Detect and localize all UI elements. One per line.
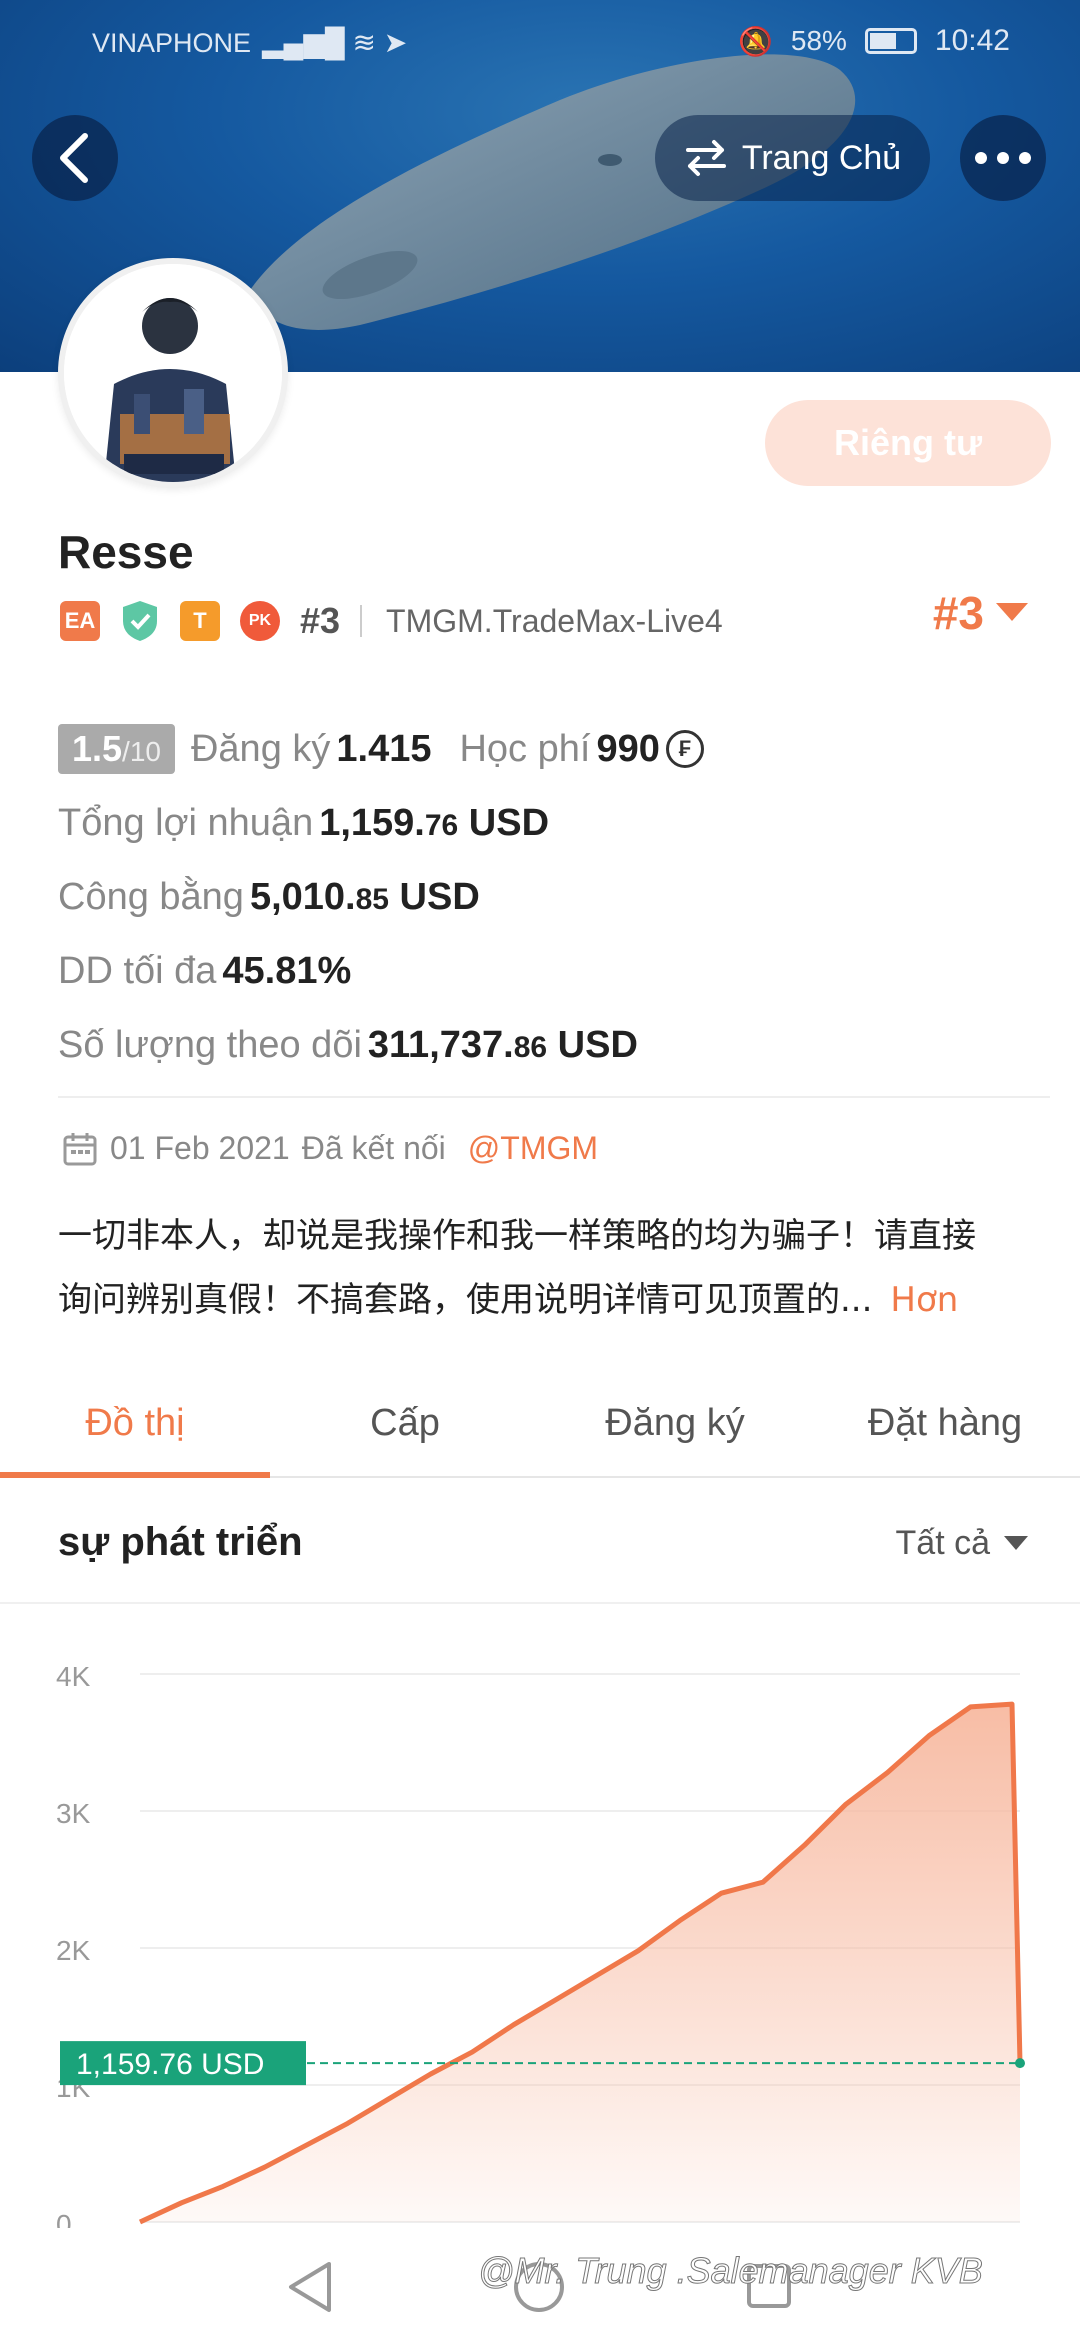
current-value-label: 1,159.76 USD (76, 2048, 264, 2081)
more-link[interactable]: Hơn (890, 1280, 958, 1320)
mute-icon: 🔕 (738, 25, 773, 57)
y-tick-label: 3K (56, 1798, 91, 1829)
subscribers-label: Đăng ký (190, 727, 331, 770)
score-badge: 1.5/10 (58, 724, 175, 774)
pk-flame-badge: PK (240, 601, 280, 641)
rank-big-label: #3 (932, 587, 984, 639)
more-options-button[interactable] (960, 115, 1046, 201)
connect-info: 01 Feb 2021 Đã kết nối @TMGM (62, 1130, 598, 1167)
battery-percent: 58% (790, 25, 847, 56)
rank-dropdown[interactable]: #3 (933, 586, 1028, 640)
private-button[interactable]: Riêng tư (765, 400, 1051, 486)
filter-label: Tất cả (895, 1524, 990, 1562)
tab-bar: Đồ thị Cấp Đăng ký Đặt hàng (0, 1370, 1080, 1478)
tab-level[interactable]: Cấp (270, 1370, 540, 1476)
shield-check-icon (123, 601, 157, 641)
divider-line (58, 1096, 1050, 1098)
clock: 10:42 (934, 24, 1010, 57)
ea-badge: EA (60, 601, 100, 641)
chevron-left-icon (60, 133, 88, 183)
drawdown-row: DD tối đa 45.81% (58, 934, 1048, 1008)
stats-block: 1.5/10 Đăng ký 1.415 Học phí 990 ₣ Tổng … (58, 712, 1048, 1082)
page: VINAPHONE ▂▄▆█ ≋ ➤ 🔕 58% 10:42 Trang Chủ (0, 0, 1080, 2340)
carrier-label: VINAPHONE (92, 28, 252, 58)
score-max: /10 (122, 736, 161, 767)
t-badge: T (180, 601, 220, 641)
range-filter[interactable]: Tất cả (896, 1524, 1028, 1563)
signal-wifi-icons: ▂▄▆█ ≋ ➤ (262, 27, 408, 58)
connect-text: Đã kết nối (301, 1130, 446, 1166)
subscribers-value: 1.415 (336, 727, 432, 770)
divider (360, 605, 363, 637)
follow-value: 311,737.86 USD (367, 1023, 638, 1066)
equity-value: 5,010.85 USD (249, 875, 480, 918)
fee-label: Học phí (459, 727, 591, 770)
nav-back-icon[interactable] (285, 2260, 335, 2314)
bio-text: 一切非本人，却说是我操作和我一样策略的均为骗子！请直接 询问辨别真假！不搞套路，… (58, 1204, 1048, 1332)
server-name: TMGM.TradeMax-Live4 (386, 602, 723, 639)
broker-link[interactable]: @TMGM (468, 1130, 598, 1167)
tab-orders[interactable]: Đặt hàng (810, 1370, 1080, 1476)
triangle-down-icon (1004, 1535, 1028, 1550)
score-row: 1.5/10 Đăng ký 1.415 Học phí 990 ₣ (58, 712, 1048, 786)
fee-value: 990 (596, 727, 660, 770)
triangle-down-icon (996, 603, 1028, 621)
section-title: sự phát triển (58, 1520, 303, 1564)
tab-chart[interactable]: Đồ thị (0, 1370, 270, 1478)
profit-value: 1,159.76 USD (319, 801, 550, 844)
equity-label: Công bằng (58, 875, 244, 918)
current-value-dot (1015, 2058, 1025, 2069)
status-bar: VINAPHONE ▂▄▆█ ≋ ➤ 🔕 58% 10:42 (0, 18, 1080, 68)
home-label: Trang Chủ (741, 138, 902, 177)
growth-chart: 4K3K2K1K01,159.76 USD (56, 1661, 1025, 2228)
y-tick-label: 0 (56, 2209, 72, 2228)
back-button[interactable] (32, 115, 118, 201)
status-right: 🔕 58% 10:42 (738, 24, 1010, 58)
coin-icon: ₣ (665, 730, 704, 768)
growth-section-header: sự phát triển Tất cả (0, 1480, 1080, 1604)
bio-line-1: 一切非本人，却说是我操作和我一样策略的均为骗子！请直接 (58, 1216, 976, 1256)
score-value: 1.5 (72, 728, 123, 769)
avatar[interactable] (58, 258, 288, 488)
tab-subscribe[interactable]: Đăng ký (540, 1370, 810, 1476)
rank-small: #3 (300, 600, 341, 641)
home-switch-button[interactable]: Trang Chủ (655, 115, 930, 201)
avatar-image (64, 264, 282, 482)
trader-name: Resse (58, 526, 194, 578)
connect-date: 01 Feb 2021 (110, 1130, 290, 1166)
watermark-text: @Mr. Trung .Salemanager KVB (478, 2250, 984, 2292)
equity-row: Công bằng 5,010.85 USD (58, 860, 1048, 934)
profit-label: Tổng lợi nhuận (58, 801, 314, 844)
follow-label: Số lượng theo dõi (58, 1023, 362, 1066)
badge-row: EA T PK #3 TMGM.TradeMax-Live4 (60, 596, 723, 646)
dd-label: DD tối đa (58, 949, 217, 992)
swap-arrows-icon (685, 140, 726, 176)
series-area (140, 1704, 1020, 2222)
y-tick-label: 4K (56, 1661, 91, 1692)
more-dots-icon (975, 152, 1031, 164)
battery-icon (864, 28, 917, 54)
follow-row: Số lượng theo dõi 311,737.86 USD (58, 1008, 1048, 1082)
bio-line-2: 询问辨别真假！不搞套路，使用说明详情可见顶置的... Hơn (58, 1280, 959, 1320)
profit-row: Tổng lợi nhuận 1,159.76 USD (58, 786, 1048, 860)
y-tick-label: 2K (56, 1935, 91, 1966)
dd-value: 45.81% (222, 949, 352, 992)
calendar-icon (63, 1132, 97, 1165)
